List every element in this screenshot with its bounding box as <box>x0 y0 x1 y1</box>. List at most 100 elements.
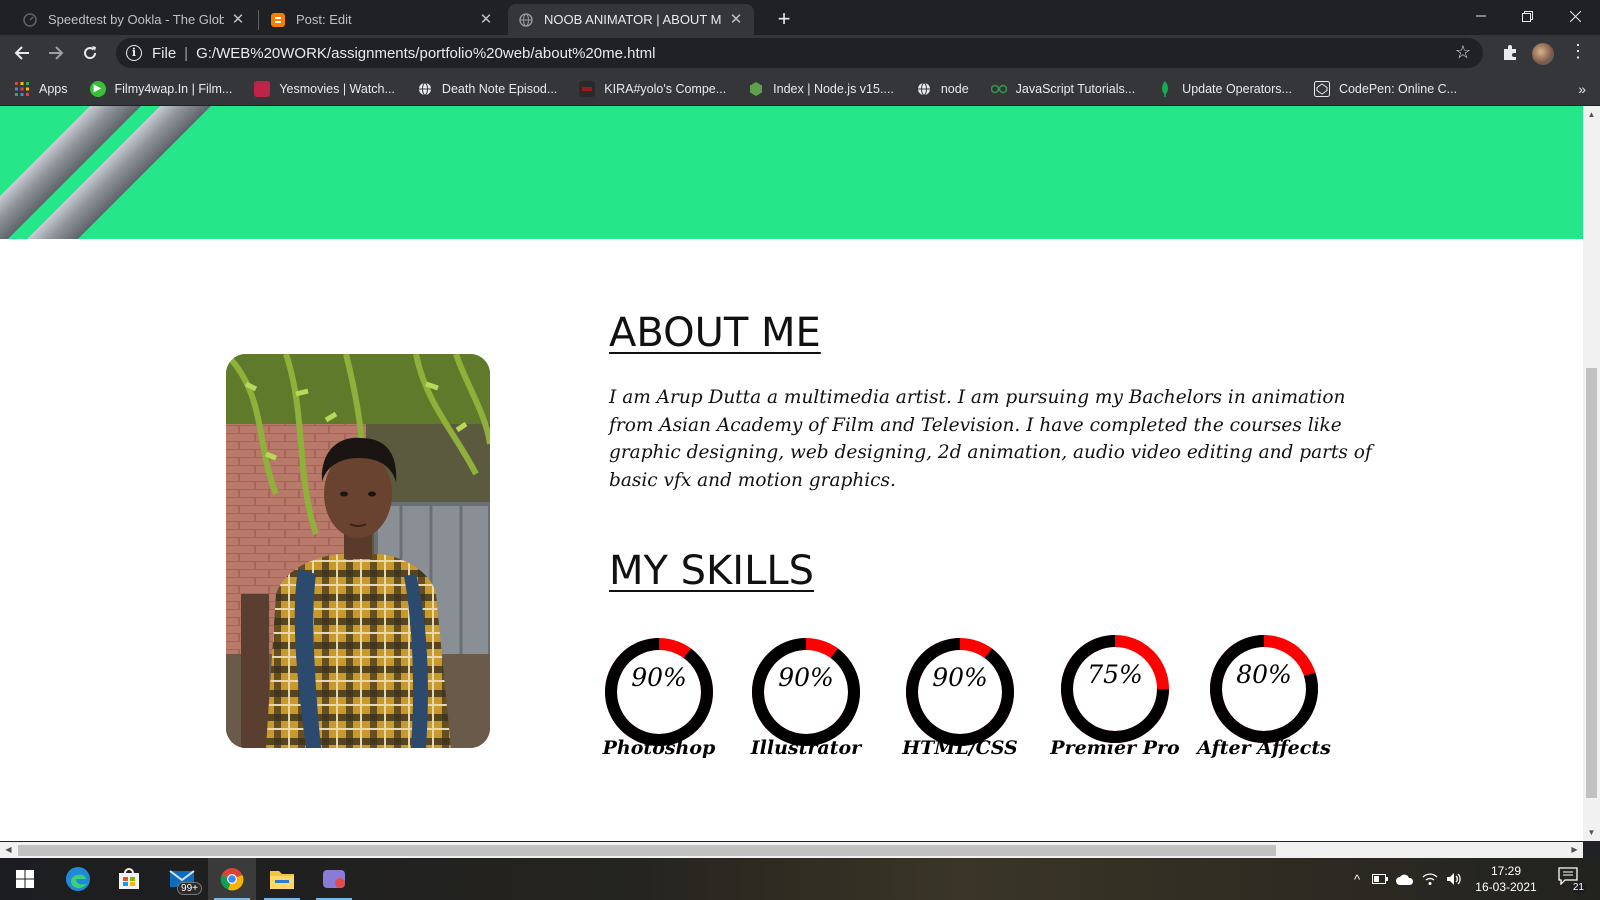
tab-title: NOOB ANIMATOR | ABOUT ME <box>544 12 722 27</box>
extensions-icon[interactable] <box>1500 43 1520 63</box>
store-icon <box>119 868 139 889</box>
skill-ring-after-affects <box>1210 635 1318 743</box>
mail-badge: 99+ <box>177 882 202 895</box>
reload-button[interactable] <box>76 39 104 67</box>
bookmark-label: Index | Node.js v15.... <box>773 81 894 96</box>
globe-icon <box>916 81 932 97</box>
tab-strip: Speedtest by Ookla - The Global ✕ Post: … <box>0 0 1600 35</box>
hero-banner <box>0 106 1583 239</box>
w3schools-icon <box>990 81 1007 97</box>
bookmark-label: Yesmovies | Watch... <box>279 81 395 96</box>
bookmark-label: Update Operators... <box>1182 81 1292 96</box>
skill-percent: 80% <box>1236 660 1292 689</box>
battery-icon[interactable] <box>1368 874 1392 884</box>
windows-taskbar: 99+ ^ 17:29 16-03-2021 21 <box>0 858 1600 900</box>
bookmark-node[interactable]: node <box>916 81 969 97</box>
url-text[interactable]: G:/WEB%20WORK/assignments/portfolio%20we… <box>196 45 655 62</box>
address-bar[interactable]: i File | G:/WEB%20WORK/assignments/portf… <box>116 38 1483 68</box>
file-explorer-app[interactable] <box>258 858 306 900</box>
skill-percent: 90% <box>631 663 687 692</box>
skill-percent: 90% <box>778 663 834 692</box>
skill-ring-fill <box>752 638 860 746</box>
game-icon <box>323 870 345 888</box>
nodejs-hexagon-icon <box>748 81 764 97</box>
forward-button[interactable] <box>42 39 70 67</box>
vertical-scroll-thumb[interactable] <box>1586 368 1597 798</box>
skill-premier-pro: 75% Premier Pro <box>1050 624 1180 759</box>
bookmark-death-note[interactable]: Death Note Episod... <box>417 81 557 97</box>
chrome-icon <box>220 868 244 891</box>
bookmark-label: KIRA#yolo's Compe... <box>604 81 727 96</box>
mail-app[interactable]: 99+ <box>158 858 206 900</box>
browser-toolbar: i File | G:/WEB%20WORK/assignments/portf… <box>0 35 1600 72</box>
bookmark-nodejs-index[interactable]: Index | Node.js v15.... <box>748 81 894 97</box>
blogger-icon <box>270 12 286 28</box>
bookmark-label: node <box>940 81 969 96</box>
scroll-up-arrow-icon[interactable]: ▲ <box>1583 106 1600 123</box>
scroll-left-arrow-icon[interactable]: ◀ <box>0 842 17 858</box>
mongodb-leaf-icon <box>1157 80 1173 97</box>
notification-center[interactable]: 21 <box>1556 867 1586 893</box>
bookmarks-bar: Apps ▶ Filmy4wap.In | Film... Yesmovies … <box>0 72 1600 106</box>
chevron-double-right-icon[interactable]: » <box>1578 81 1586 97</box>
skill-ring-fill <box>906 638 1014 746</box>
bookmark-yesmovies[interactable]: Yesmovies | Watch... <box>254 80 395 97</box>
profile-avatar[interactable] <box>1532 43 1554 65</box>
new-tab-button[interactable]: + <box>770 6 798 34</box>
vertical-scrollbar[interactable]: ▲ ▼ <box>1583 106 1600 841</box>
scroll-down-arrow-icon[interactable]: ▼ <box>1583 824 1600 841</box>
bookmark-kira[interactable]: KIRA#yolo's Compe... <box>579 80 727 97</box>
edge-app[interactable] <box>54 858 102 900</box>
bookmark-update-operators[interactable]: Update Operators... <box>1157 80 1292 97</box>
close-icon[interactable]: ✕ <box>728 11 744 28</box>
bookmark-label: Filmy4wap.In | Film... <box>114 81 233 96</box>
bookmark-codepen[interactable]: CodePen: Online C... <box>1313 80 1457 97</box>
bookmark-apps[interactable]: Apps <box>14 81 68 97</box>
chevron-up-icon[interactable]: ^ <box>1346 872 1368 887</box>
minimize-button[interactable] <box>1458 0 1504 32</box>
tab-divider <box>258 10 259 30</box>
skill-name: After Affects <box>1197 737 1331 759</box>
taskbar-clock[interactable]: 17:29 16-03-2021 <box>1470 863 1542 895</box>
store-app[interactable] <box>105 858 153 900</box>
onedrive-cloud-icon[interactable] <box>1392 874 1418 885</box>
skill-illustrator: 90% Illustrator <box>741 627 871 759</box>
game-app[interactable] <box>310 858 358 900</box>
about-paragraph: I am Arup Dutta a multimedia artist. I a… <box>609 387 1372 491</box>
windows-logo-icon <box>16 870 34 888</box>
bookmark-javascript-tutorials[interactable]: JavaScript Tutorials... <box>990 81 1135 97</box>
yesmovies-icon <box>254 80 271 97</box>
chrome-app[interactable] <box>208 858 256 900</box>
folder-icon <box>270 871 294 889</box>
bookmark-star-icon[interactable]: ☆ <box>1455 42 1471 63</box>
menu-icon[interactable]: ⋮ <box>1568 41 1588 62</box>
bookmark-label: Apps <box>39 81 68 96</box>
scroll-right-arrow-icon[interactable]: ▶ <box>1566 842 1583 858</box>
horizontal-scroll-thumb[interactable] <box>18 845 1276 856</box>
skills-heading: MY SKILLS <box>609 548 815 594</box>
skill-photoshop: 90% Photoshop <box>594 627 724 759</box>
horizontal-scrollbar[interactable]: ◀ ▶ <box>0 841 1583 858</box>
restore-button[interactable] <box>1504 0 1550 32</box>
tab-title: Speedtest by Ookla - The Global <box>48 12 224 27</box>
close-icon[interactable]: ✕ <box>230 11 246 28</box>
about-heading: ABOUT ME <box>609 310 821 356</box>
profile-photo <box>226 354 490 748</box>
tab-post-edit[interactable]: Post: Edit ✕ <box>260 4 504 35</box>
back-button[interactable] <box>8 39 36 67</box>
tab-speedtest[interactable]: Speedtest by Ookla - The Global ✕ <box>12 4 256 35</box>
wifi-icon[interactable] <box>1418 872 1442 886</box>
skill-name: Premier Pro <box>1050 737 1180 759</box>
skill-percent: 90% <box>932 663 988 692</box>
close-window-button[interactable] <box>1552 0 1598 32</box>
url-divider: | <box>184 44 189 62</box>
globe-icon <box>417 81 433 97</box>
volume-icon[interactable] <box>1442 872 1466 886</box>
start-button[interactable] <box>1 858 49 900</box>
reload-icon <box>84 46 97 60</box>
bookmark-filmy4wap[interactable]: ▶ Filmy4wap.In | Film... <box>89 80 233 97</box>
tab-about-me[interactable]: NOOB ANIMATOR | ABOUT ME ✕ <box>508 4 754 35</box>
close-icon[interactable]: ✕ <box>478 11 494 28</box>
speedtest-icon <box>22 12 38 28</box>
info-icon[interactable]: i <box>126 45 142 61</box>
